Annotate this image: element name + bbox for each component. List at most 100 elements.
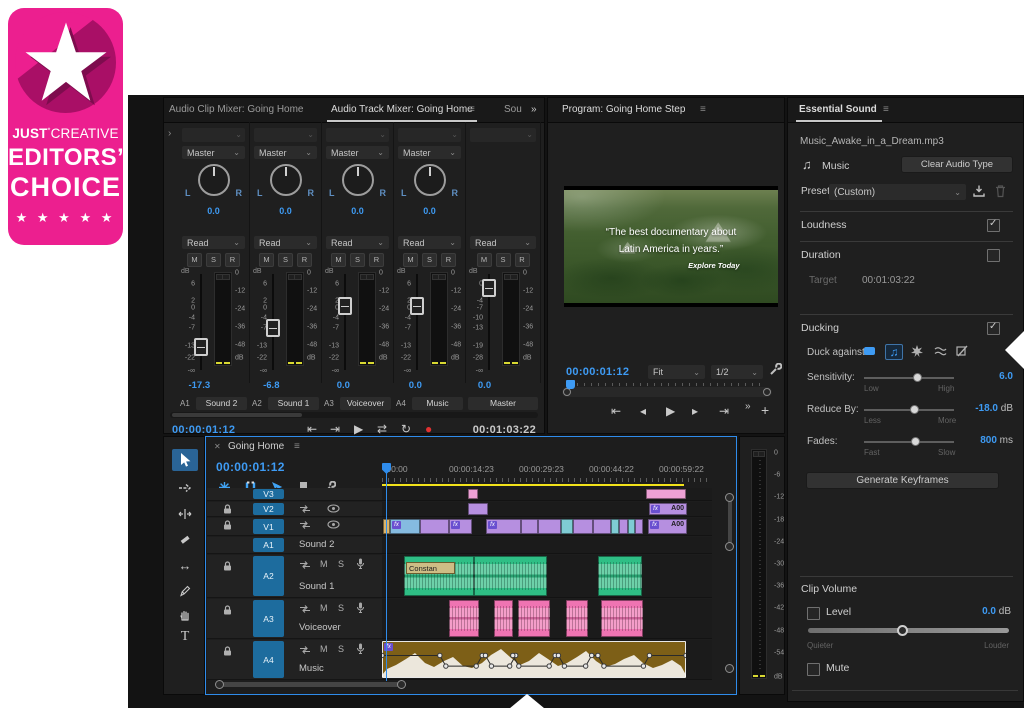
selection-tool[interactable]: [172, 449, 198, 471]
volume-keyframes[interactable]: [382, 641, 686, 678]
program-playhead[interactable]: [566, 380, 575, 389]
clip-a3[interactable]: [449, 600, 479, 637]
program-timecode[interactable]: 00:00:01:12: [566, 366, 629, 378]
fader-handle[interactable]: [410, 297, 424, 315]
track-header-a4[interactable]: A4MSMusic: [207, 640, 382, 680]
level-slider[interactable]: [808, 628, 1009, 633]
h-scroll-handle-left[interactable]: [215, 680, 224, 689]
track-name[interactable]: Sound 2: [196, 397, 247, 410]
timeline-ruler[interactable]: :00:0000:00:14:2300:00:29:2300:00:44:220…: [382, 461, 712, 483]
track-m-button[interactable]: M: [331, 253, 346, 267]
loudness-section-label[interactable]: Loudness: [801, 219, 847, 231]
tab-audio-clip-mixer[interactable]: Audio Clip Mixer: Going Home: [169, 104, 304, 115]
mixer-h-scrollbar[interactable]: [170, 412, 538, 418]
track-header-a2[interactable]: A2MSSound 1: [207, 555, 382, 598]
clip-v1[interactable]: [538, 519, 561, 534]
clip-a3[interactable]: [494, 600, 513, 637]
level-slider-thumb[interactable]: [897, 625, 908, 636]
clip-v3[interactable]: [468, 489, 478, 499]
tab-truncated[interactable]: Sou: [504, 104, 522, 115]
slider-track[interactable]: [864, 441, 954, 443]
program-scrubber[interactable]: [562, 387, 772, 397]
timeline-timecode[interactable]: 00:00:01:12: [216, 460, 285, 474]
track-m-button[interactable]: M: [403, 253, 418, 267]
slider-track[interactable]: [864, 377, 954, 379]
tab-overflow-icon[interactable]: »: [531, 104, 537, 115]
track-name[interactable]: Master: [468, 397, 538, 410]
close-tab-icon[interactable]: ✕: [214, 442, 221, 451]
track-s-button[interactable]: S: [496, 253, 511, 267]
clip-a3[interactable]: [518, 600, 550, 637]
go-to-out-icon[interactable]: ⇥: [719, 404, 729, 418]
mute-track-button[interactable]: M: [320, 559, 328, 569]
mixer-current-timecode[interactable]: 00:00:01:12: [172, 424, 235, 436]
delete-preset-icon[interactable]: [994, 184, 1007, 198]
track-name[interactable]: Voiceover: [340, 397, 391, 410]
razor-tool[interactable]: [172, 528, 198, 550]
clip-v1[interactable]: [420, 519, 449, 534]
go-to-out-icon[interactable]: ⇥: [330, 422, 340, 436]
program-video-preview[interactable]: “The best documentary about Latin Americ…: [564, 186, 778, 307]
duck-mixed-icon[interactable]: [954, 344, 970, 358]
lock-icon[interactable]: [223, 561, 232, 571]
pan-knob[interactable]: [414, 164, 446, 196]
track-s-button[interactable]: S: [278, 253, 293, 267]
ducking-section-label[interactable]: Ducking: [801, 322, 839, 334]
save-preset-icon[interactable]: [972, 184, 986, 198]
clip-v1[interactable]: [521, 519, 538, 534]
track-header-v1[interactable]: V1: [207, 518, 382, 536]
track-m-button[interactable]: M: [187, 253, 202, 267]
clip-v3[interactable]: [646, 489, 686, 499]
play-in-out-icon[interactable]: ⇄: [377, 422, 387, 436]
track-m-button[interactable]: M: [259, 253, 274, 267]
clip-a3[interactable]: [601, 600, 643, 637]
duration-section-label[interactable]: Duration: [801, 249, 841, 261]
panel-menu-icon[interactable]: ≡: [469, 104, 475, 115]
solo-track-button[interactable]: S: [338, 644, 344, 654]
tab-essential-sound[interactable]: Essential Sound: [799, 104, 877, 115]
h-scroll-handle-right[interactable]: [397, 680, 406, 689]
step-back-icon[interactable]: ◂: [640, 404, 646, 418]
fader-handle[interactable]: [338, 297, 352, 315]
fader-handle[interactable]: [194, 338, 208, 356]
clip-v1[interactable]: fx: [390, 519, 420, 534]
scrubber-left-handle[interactable]: [563, 388, 571, 396]
pan-knob[interactable]: [270, 164, 302, 196]
solo-track-button[interactable]: S: [338, 603, 344, 613]
clip-v1[interactable]: [628, 519, 635, 534]
sync-lock-icon[interactable]: [299, 520, 311, 530]
sync-lock-icon[interactable]: [299, 604, 311, 614]
loudness-checkbox[interactable]: [987, 219, 1000, 232]
clip-v2[interactable]: fxA00: [649, 503, 687, 515]
track-lane-a2[interactable]: Constan: [382, 555, 712, 598]
go-to-in-icon[interactable]: ⇤: [307, 422, 317, 436]
timeline-playhead[interactable]: [386, 463, 387, 681]
track-target-v3[interactable]: V3: [253, 489, 284, 499]
clip-v2[interactable]: [468, 503, 488, 515]
effects-slot[interactable]: ⌄: [398, 128, 461, 142]
carousel-left-arrow[interactable]: [1005, 331, 1024, 369]
track-lane-a1[interactable]: [382, 537, 712, 554]
clip-v1[interactable]: [619, 519, 628, 534]
v-scroll-handle-top[interactable]: [725, 493, 734, 502]
hand-tool[interactable]: [172, 603, 198, 625]
automation-mode-dropdown[interactable]: Read⌄: [326, 236, 389, 249]
timeline-v-scrollbar[interactable]: [728, 498, 732, 547]
mute-checkbox[interactable]: [807, 663, 820, 676]
track-target-a2[interactable]: A2: [253, 556, 284, 596]
slider-thumb[interactable]: [910, 405, 919, 414]
track-name[interactable]: Sound 1: [268, 397, 319, 410]
tab-program[interactable]: Program: Going Home Step: [562, 104, 685, 115]
clip-v1[interactable]: [611, 519, 619, 534]
add-button-icon[interactable]: +: [761, 402, 769, 418]
track-lane-v3[interactable]: [382, 488, 712, 501]
duck-dialogue-icon[interactable]: [861, 344, 877, 358]
track-r-button[interactable]: R: [515, 253, 530, 267]
voiceover-record-mic-icon[interactable]: [356, 558, 365, 570]
sync-lock-icon[interactable]: [299, 645, 311, 655]
play-icon[interactable]: ▶: [354, 422, 363, 436]
slider-track[interactable]: [864, 409, 954, 411]
playback-resolution-dropdown[interactable]: 1/2⌄: [711, 365, 763, 379]
track-lane-v1[interactable]: fxfxfxfxA00: [382, 518, 712, 536]
clip-v1[interactable]: fxA00: [648, 519, 687, 534]
